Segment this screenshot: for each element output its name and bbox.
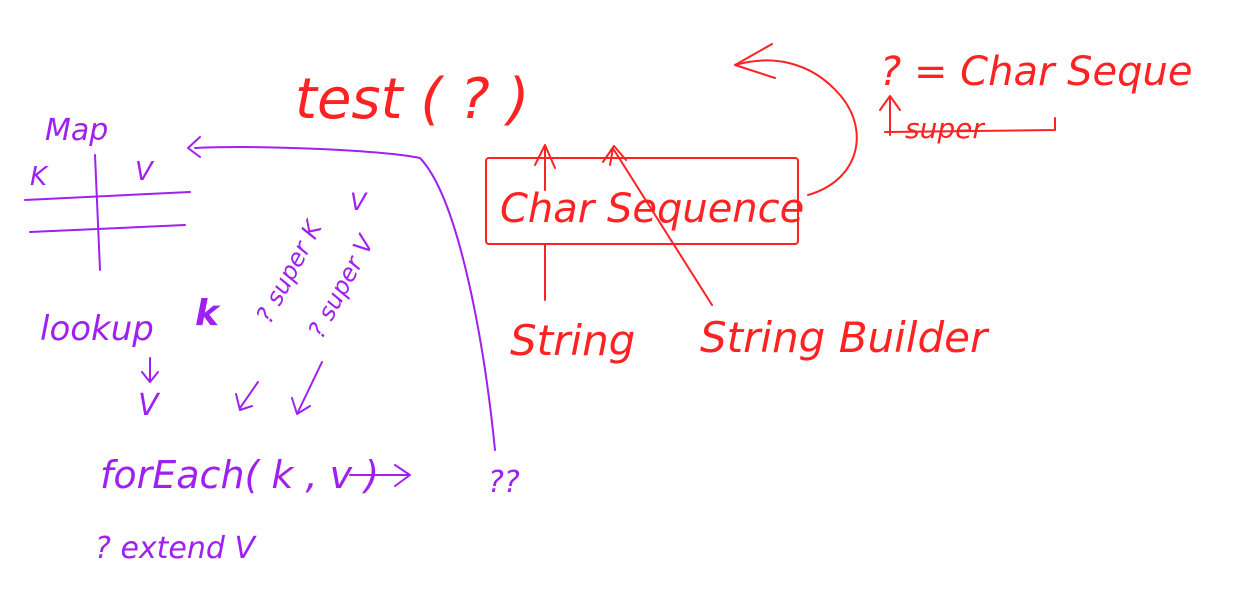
super-v-down-arrow [291,361,323,415]
super-v-right-text: V [350,188,368,216]
lookup-label: lookup [40,309,154,349]
whiteboard-canvas: test ( ? ) ? = Char Seque super Char Seq… [24,43,1192,566]
unknown-marks: ?? [488,465,520,500]
map-key-header: K [30,162,49,192]
extends-note: ? extend V [95,531,257,566]
super-k-down-arrow [235,381,259,411]
foreach-call: forEach( k , v ) [100,453,379,497]
lookup-down-arrow [141,357,159,383]
result-v: V [138,388,161,423]
map-table-lines [24,154,191,271]
red-notes-group: test ( ? ) ? = Char Seque super Char Seq… [295,43,1192,365]
super-up-arrow [879,95,901,136]
up-arrow-left [534,144,556,191]
lookup-key: k [195,293,221,334]
box-to-test-arrow [734,59,858,196]
super-note-text: super [905,112,985,145]
wildcard-rule-text: ? = Char Seque [880,49,1192,95]
map-title: Map [45,113,108,148]
map-value-header: V [135,157,155,187]
stringbuilder-label: String Builder [700,313,990,362]
string-label: String [510,316,635,365]
purple-notes-group: Map K V lookup k ? super K ? super V V V… [24,113,520,566]
test-call-text: test ( ? ) [295,67,529,132]
